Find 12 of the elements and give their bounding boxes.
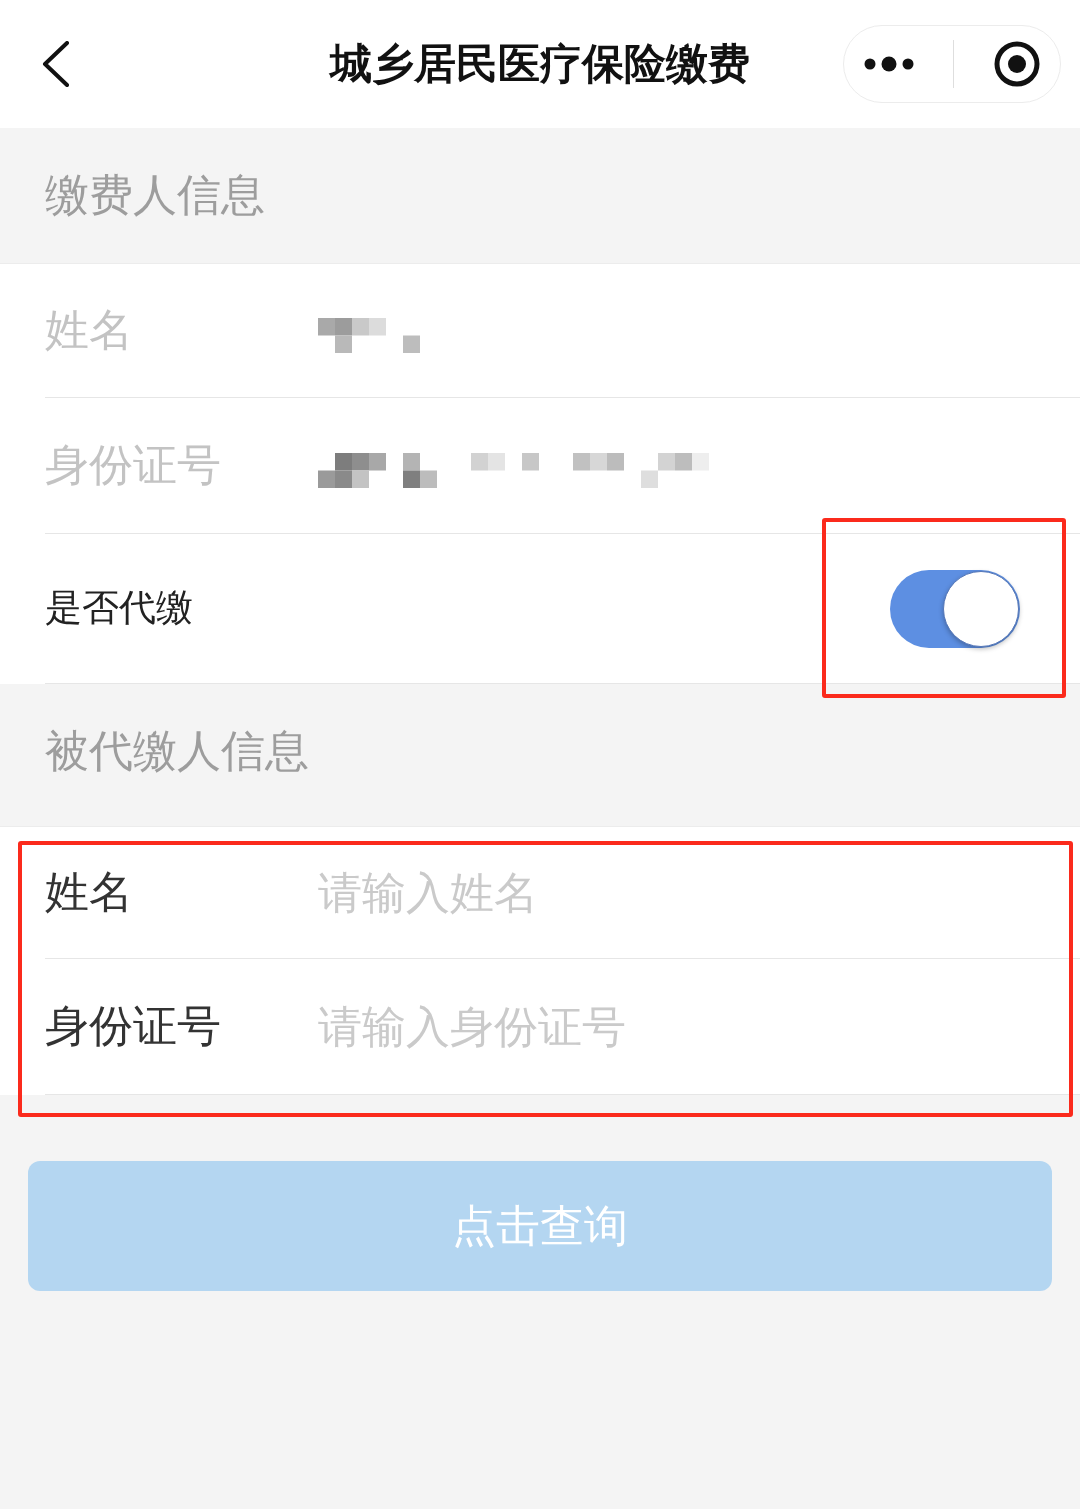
field-label: 姓名: [45, 866, 134, 919]
field-label: 身份证号: [45, 1000, 222, 1053]
section-heading: 被代缴人信息: [45, 724, 309, 778]
page-title: 城乡居民医疗保险缴费: [330, 38, 750, 90]
field-label: 是否代缴: [45, 586, 194, 631]
section-heading: 缴费人信息: [45, 169, 265, 222]
toggle-switch[interactable]: [890, 569, 1020, 648]
back-icon[interactable]: [42, 41, 70, 87]
more-icon[interactable]: [863, 56, 914, 72]
field-label: 姓名: [45, 304, 134, 357]
circle-dot-icon[interactable]: [994, 41, 1041, 87]
field-label: 身份证号: [45, 439, 222, 492]
